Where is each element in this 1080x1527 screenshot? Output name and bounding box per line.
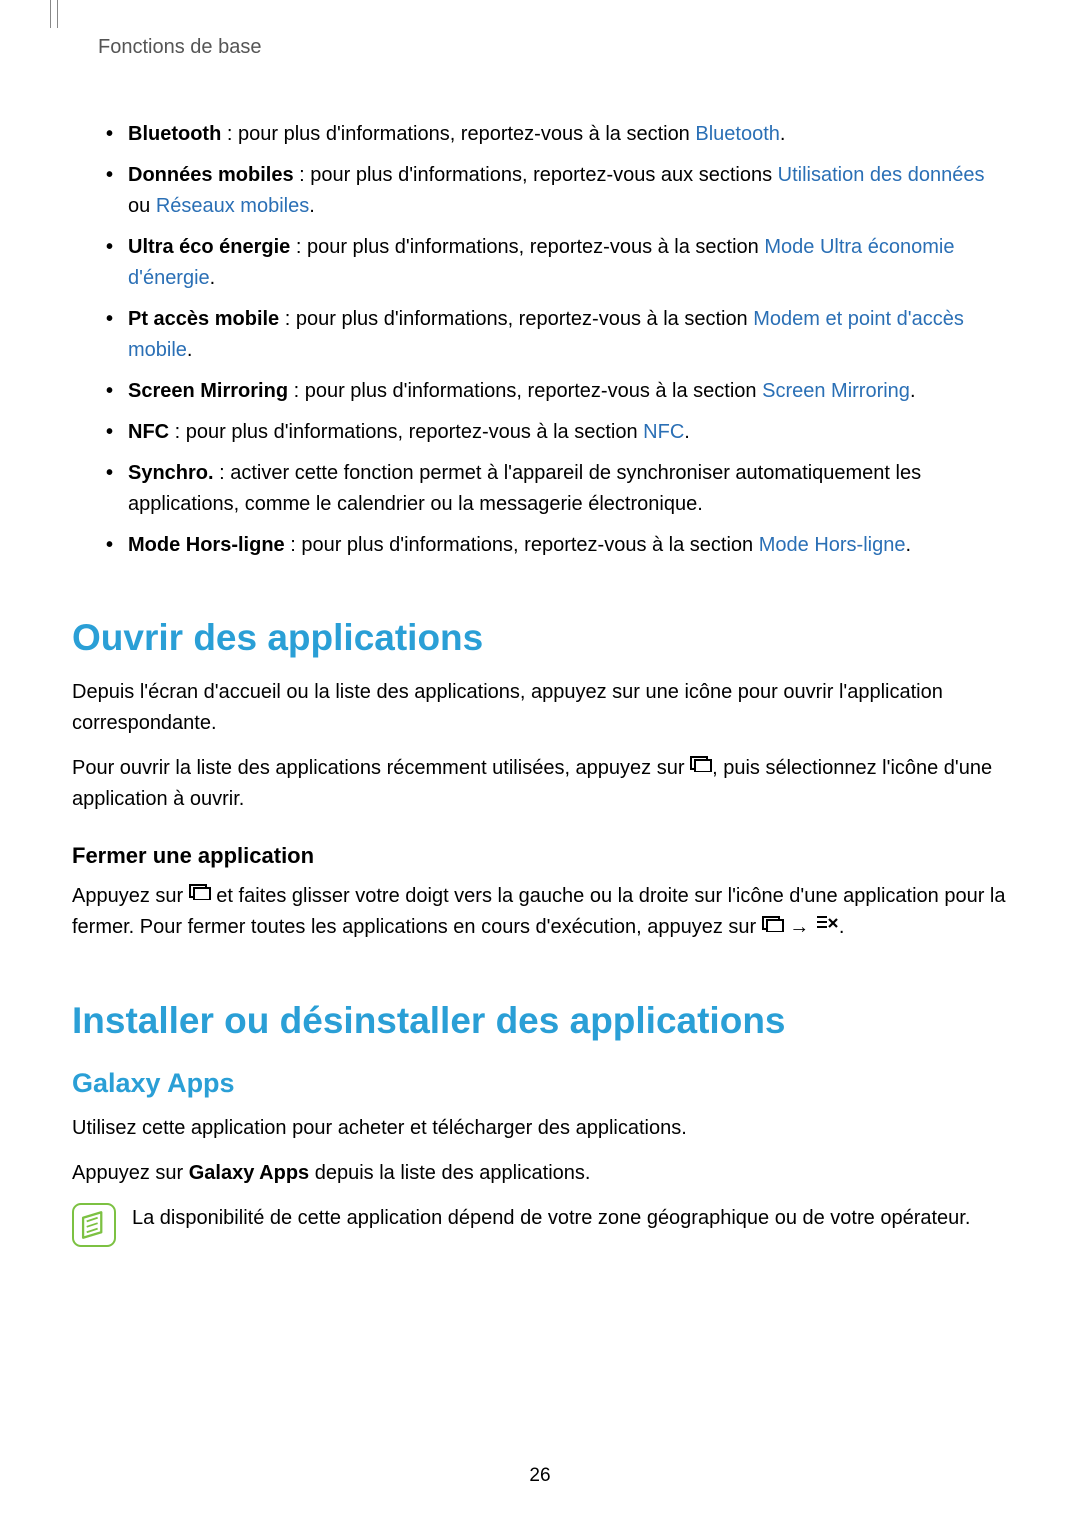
bullet-label: Synchro. (128, 462, 214, 484)
bullet-label: Ultra éco énergie (128, 236, 290, 258)
bullet-text: : pour plus d'informations, reportez-vou… (288, 380, 762, 402)
bullet-tail: . (684, 421, 690, 443)
link-mobile-networks[interactable]: Réseaux mobiles (156, 195, 309, 217)
bullet-label: NFC (128, 421, 169, 443)
link-screen-mirroring[interactable]: Screen Mirroring (762, 380, 910, 402)
bullet-label: Données mobiles (128, 164, 294, 186)
bullet-label: Screen Mirroring (128, 380, 288, 402)
text-bold: Galaxy Apps (189, 1162, 309, 1184)
list-item: Pt accès mobile : pour plus d'informatio… (102, 304, 1008, 366)
heading-install-uninstall: Installer ou désinstaller des applicatio… (72, 1000, 1008, 1042)
bullet-tail: . (309, 195, 315, 217)
bullet-text: : pour plus d'informations, reportez-vou… (294, 164, 778, 186)
bullet-mid: ou (128, 195, 156, 217)
link-nfc[interactable]: NFC (643, 421, 684, 443)
page-header: Fonctions de base (98, 36, 1008, 59)
recent-apps-icon (690, 751, 712, 782)
bullet-text: : pour plus d'informations, reportez-vou… (290, 236, 764, 258)
list-item: Screen Mirroring : pour plus d'informati… (102, 376, 1008, 407)
top-tab-marker (50, 0, 58, 28)
list-item: Bluetooth : pour plus d'informations, re… (102, 119, 1008, 150)
note-icon (72, 1203, 116, 1247)
text-fragment: Appuyez sur (72, 1162, 189, 1184)
body-text: Utilisez cette application pour acheter … (72, 1113, 1008, 1144)
bullet-text: : pour plus d'informations, reportez-vou… (221, 123, 695, 145)
bullet-text: : pour plus d'informations, reportez-vou… (279, 308, 753, 330)
page-container: Fonctions de base Bluetooth : pour plus … (0, 0, 1080, 1527)
close-all-icon (815, 911, 839, 942)
note-row: La disponibilité de cette application dé… (72, 1203, 1008, 1247)
bullet-text: : pour plus d'informations, reportez-vou… (169, 421, 643, 443)
recent-apps-icon (762, 911, 784, 942)
list-item: Mode Hors-ligne : pour plus d'informatio… (102, 530, 1008, 561)
subheading-galaxy-apps: Galaxy Apps (72, 1068, 1008, 1099)
arrow-text: → (784, 916, 815, 938)
bullet-tail: . (187, 339, 193, 361)
body-text: Depuis l'écran d'accueil ou la liste des… (72, 677, 1008, 739)
list-item: Données mobiles : pour plus d'informatio… (102, 160, 1008, 222)
body-text: Appuyez sur Galaxy Apps depuis la liste … (72, 1158, 1008, 1189)
list-item: Ultra éco énergie : pour plus d'informat… (102, 232, 1008, 294)
bullet-label: Bluetooth (128, 123, 221, 145)
subheading-close-app: Fermer une application (72, 843, 1008, 869)
page-number: 26 (0, 1465, 1080, 1487)
bullet-tail: . (905, 534, 911, 556)
bullet-tail: . (910, 380, 916, 402)
bullet-text: : pour plus d'informations, reportez-vou… (285, 534, 759, 556)
bullet-label: Mode Hors-ligne (128, 534, 285, 556)
recent-apps-icon (189, 879, 211, 910)
link-data-usage[interactable]: Utilisation des données (778, 164, 985, 186)
text-fragment: depuis la liste des applications. (309, 1162, 590, 1184)
bullet-tail: . (210, 267, 216, 289)
body-text: Appuyez sur et faites glisser votre doig… (72, 881, 1008, 943)
bullet-label: Pt accès mobile (128, 308, 279, 330)
link-flight-mode[interactable]: Mode Hors-ligne (759, 534, 906, 556)
text-fragment: Pour ouvrir la liste des applications ré… (72, 757, 690, 779)
text-fragment: et faites glisser votre doigt vers la ga… (72, 885, 1006, 938)
link-bluetooth[interactable]: Bluetooth (695, 123, 780, 145)
bullet-tail: . (780, 123, 786, 145)
note-text: La disponibilité de cette application dé… (132, 1203, 970, 1233)
list-item: Synchro. : activer cette fonction permet… (102, 458, 1008, 520)
heading-open-apps: Ouvrir des applications (72, 617, 1008, 659)
body-text: Pour ouvrir la liste des applications ré… (72, 753, 1008, 815)
text-fragment: Appuyez sur (72, 885, 189, 907)
bullet-text: : activer cette fonction permet à l'appa… (128, 462, 921, 515)
text-fragment: . (839, 916, 845, 938)
list-item: NFC : pour plus d'informations, reportez… (102, 417, 1008, 448)
bullet-list: Bluetooth : pour plus d'informations, re… (102, 119, 1008, 561)
